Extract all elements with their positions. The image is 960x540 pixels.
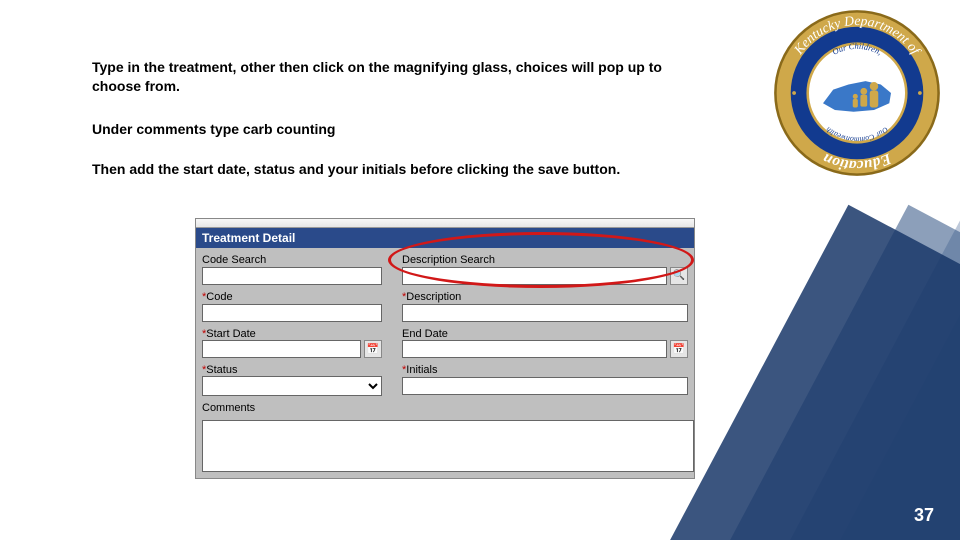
kentucky-education-seal: Kentucky Department of Education Our Chi… bbox=[772, 8, 942, 178]
instruction-line-3: Then add the start date, status and your… bbox=[92, 160, 712, 179]
start-date-input[interactable] bbox=[202, 340, 361, 358]
label-comments: Comments bbox=[202, 398, 688, 414]
label-start-date: *Start Date bbox=[202, 324, 382, 340]
comments-textarea[interactable] bbox=[202, 420, 694, 472]
label-description-search-text: Description Search bbox=[402, 254, 495, 266]
status-select[interactable] bbox=[202, 376, 382, 396]
calendar-icon[interactable]: 📅 bbox=[364, 340, 382, 358]
treatment-detail-form: Treatment Detail Code Search Description… bbox=[195, 218, 695, 479]
code-search-input[interactable] bbox=[202, 267, 382, 285]
label-initials: *Initials bbox=[402, 360, 688, 376]
label-end-date: End Date bbox=[402, 324, 688, 340]
search-icon[interactable]: 🔍 bbox=[670, 267, 688, 285]
label-description-search: Description Search bbox=[402, 250, 688, 266]
instruction-line-1: Type in the treatment, other then click … bbox=[92, 58, 712, 96]
label-code: *Code bbox=[202, 287, 382, 303]
form-title: Treatment Detail bbox=[196, 228, 694, 248]
description-search-input[interactable] bbox=[402, 267, 667, 285]
calendar-icon[interactable]: 📅 bbox=[670, 340, 688, 358]
initials-input[interactable] bbox=[402, 377, 688, 395]
end-date-input[interactable] bbox=[402, 340, 667, 358]
instruction-line-2: Under comments type carb counting bbox=[92, 120, 712, 139]
description-input[interactable] bbox=[402, 304, 688, 322]
code-input[interactable] bbox=[202, 304, 382, 322]
label-code-search: Code Search bbox=[202, 250, 382, 266]
label-status: *Status bbox=[202, 360, 382, 376]
page-number: 37 bbox=[914, 505, 934, 526]
label-description: *Description bbox=[402, 287, 688, 303]
form-tabstrip bbox=[196, 219, 694, 228]
